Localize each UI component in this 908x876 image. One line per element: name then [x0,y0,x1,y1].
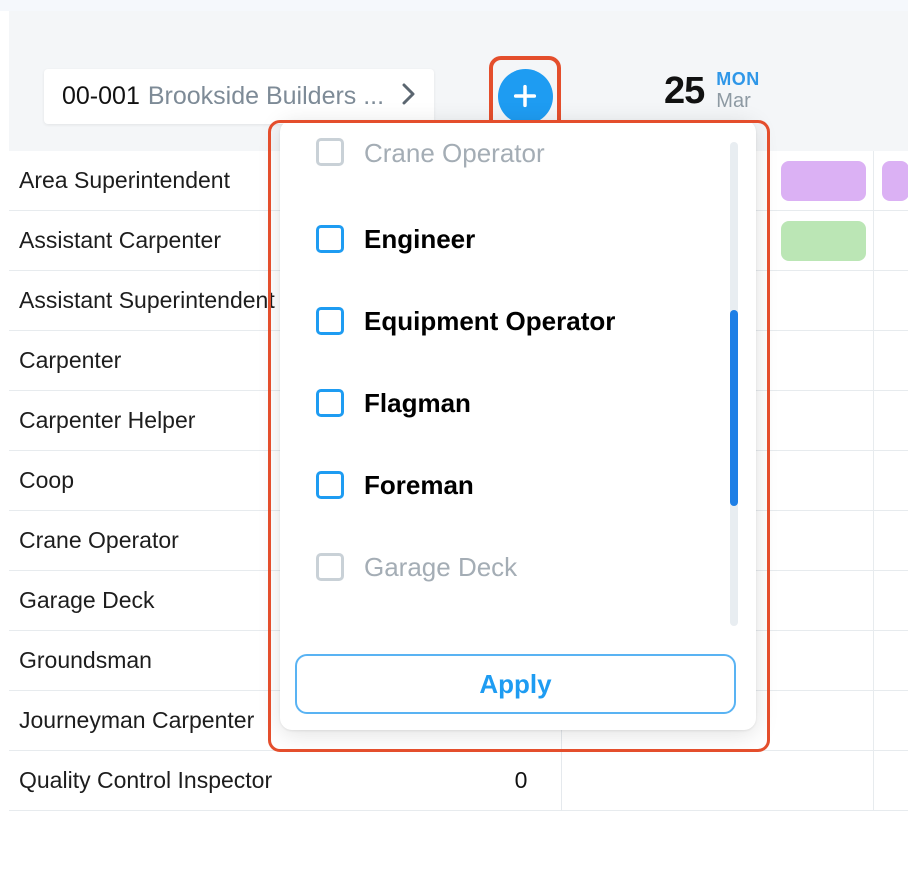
checkbox-icon[interactable] [316,307,344,335]
project-selector[interactable]: 00-001 Brookside Builders ... [44,69,434,124]
filter-option[interactable]: Crane Operator [316,138,748,198]
chevron-right-icon [402,83,416,111]
plus-icon [511,82,539,110]
date-day-of-week: MON [716,69,760,90]
filter-options-list[interactable]: Crane Operator Engineer Equipment Operat… [280,138,748,616]
filter-option[interactable]: Flagman [316,362,748,444]
filter-option-label: Engineer [364,224,475,255]
grid-divider [873,631,874,690]
checkbox-icon[interactable] [316,553,344,581]
filter-option-label: Garage Deck [364,552,517,583]
grid-divider [873,391,874,450]
schedule-bar[interactable] [781,221,866,261]
filter-option[interactable]: Foreman [316,444,748,526]
grid-divider [873,511,874,570]
filter-option-label: Crane Operator [364,138,545,169]
filter-popup: Crane Operator Engineer Equipment Operat… [280,120,756,730]
scrollbar-thumb[interactable] [730,310,738,506]
checkbox-icon[interactable] [316,225,344,253]
schedule-row[interactable] [562,751,908,811]
checkbox-icon[interactable] [316,138,344,166]
grid-divider [873,151,874,210]
checkbox-icon[interactable] [316,471,344,499]
grid-divider [873,691,874,750]
grid-divider [873,271,874,330]
project-code: 00-001 [62,82,140,111]
app-top-strip [0,0,908,11]
schedule-bar[interactable] [781,161,866,201]
filter-option-label: Flagman [364,388,471,419]
apply-button[interactable]: Apply [295,654,736,714]
filter-option-label: Equipment Operator [364,306,615,337]
project-name: Brookside Builders ... [148,82,392,111]
filter-option[interactable]: Engineer [316,198,748,280]
filter-option[interactable]: Equipment Operator [316,280,748,362]
list-item[interactable]: Quality Control Inspector 0 [9,751,561,811]
grid-divider [873,451,874,510]
grid-divider [873,751,874,810]
grid-divider [873,331,874,390]
add-button[interactable] [498,69,553,124]
grid-divider [873,211,874,270]
date-month: Mar [716,90,760,113]
grid-divider [873,571,874,630]
filter-option[interactable]: Garage Deck [316,526,748,608]
date-display: 25 MON Mar [664,69,760,113]
checkbox-icon[interactable] [316,389,344,417]
list-item-count: 0 [491,767,551,794]
schedule-bar[interactable] [882,161,908,201]
filter-option-label: Foreman [364,470,474,501]
date-number: 25 [664,70,704,113]
